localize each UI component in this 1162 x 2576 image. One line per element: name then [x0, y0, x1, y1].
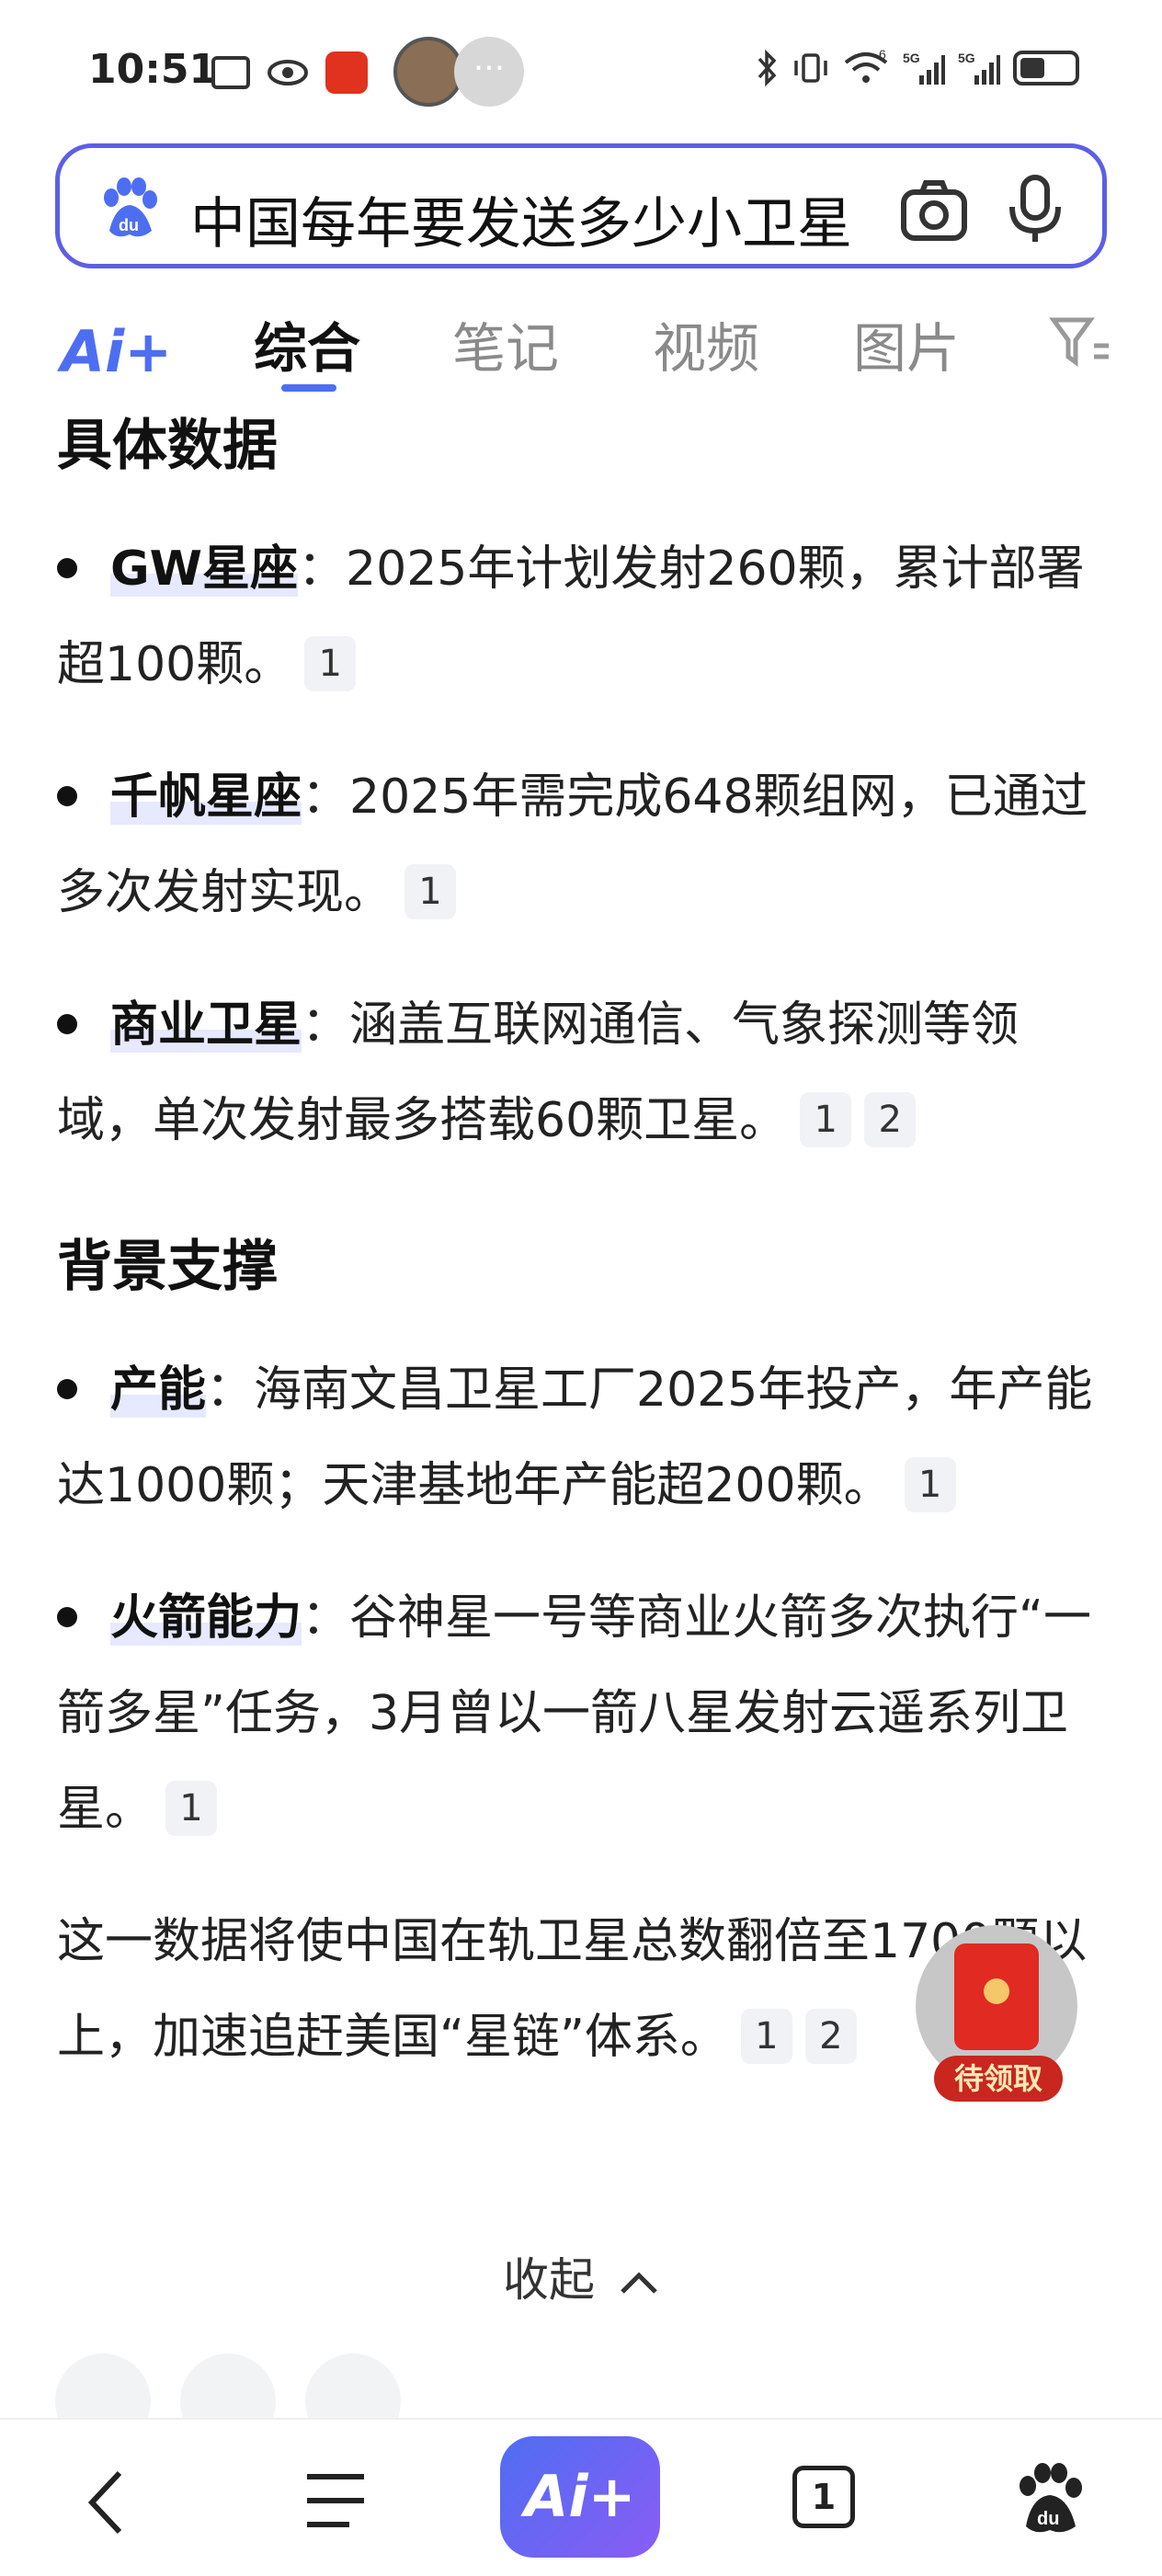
section-title-data: 具体数据 — [57, 414, 278, 478]
network-label-2: 5G — [958, 51, 975, 65]
cast-icon — [211, 56, 250, 89]
tabs-count-button[interactable]: 1 — [792, 2466, 855, 2528]
battery-icon — [1013, 51, 1079, 85]
citation-badge[interactable]: 1 — [800, 1092, 852, 1147]
active-tab-indicator — [281, 384, 336, 392]
bullet — [57, 558, 77, 578]
vibrate-icon — [794, 53, 827, 83]
search-tabs: Ai+ 综合 笔记 视频 图片 — [0, 294, 1162, 395]
back-icon[interactable] — [79, 2466, 134, 2539]
tab-notes[interactable]: 笔记 — [452, 305, 559, 382]
search-input[interactable]: 中国每年要发送多少小卫星 — [190, 179, 917, 259]
baidu-home-icon[interactable]: du — [1011, 2460, 1088, 2537]
list-item: 商业卫星：涵盖互联网通信、气象探测等领域，单次发射最多搭载60颗卫星。 1 2 — [57, 977, 1114, 1168]
avatar[interactable] — [393, 37, 463, 107]
citation-badge[interactable]: 2 — [804, 2009, 857, 2064]
section-title-background: 背景支撑 — [57, 1235, 278, 1299]
baidu-paw-icon: du — [104, 177, 157, 237]
svg-text:du: du — [1037, 2509, 1059, 2529]
tab-images[interactable]: 图片 — [853, 305, 960, 382]
status-left-icons — [211, 51, 368, 94]
filter-icon[interactable] — [1048, 311, 1112, 375]
list-item: 火箭能力：谷神星一号等商业火箭多次执行“一箭多星”任务，3月曾以一箭八星发射云遥… — [57, 1570, 1114, 1857]
list-item: 千帆星座：2025年需完成648颗组网，已通过多次发射实现。 1 — [57, 749, 1114, 940]
keyword-rocket[interactable]: 火箭能力 — [110, 1590, 302, 1646]
keyword-commercial[interactable]: 商业卫星 — [110, 997, 302, 1053]
more-dots-icon[interactable]: ··· — [454, 37, 524, 107]
bullet — [57, 1607, 77, 1627]
red-packet-float[interactable]: 待领取 — [916, 1925, 1077, 2102]
citation-badge[interactable]: 1 — [904, 1457, 956, 1512]
keyword-capacity[interactable]: 产能 — [110, 1362, 207, 1418]
app-notification-icon — [325, 51, 368, 94]
keyword-qianfan[interactable]: 千帆星座 — [110, 769, 302, 825]
status-bar: 10:51 ··· 6 5G 5G — [0, 0, 1162, 138]
tab-videos[interactable]: 视频 — [653, 305, 759, 382]
collapse-button[interactable]: 收起 — [0, 2243, 1162, 2309]
bullet — [57, 786, 77, 806]
citation-badge[interactable]: 1 — [165, 1781, 218, 1836]
microphone-icon[interactable] — [1003, 174, 1067, 245]
wifi-badge: 6 — [879, 50, 886, 62]
camera-icon[interactable] — [898, 176, 970, 247]
wifi-icon: 6 — [844, 50, 888, 83]
search-bar[interactable]: du 中国每年要发送多少小卫星 — [55, 143, 1107, 268]
citation-badge[interactable]: 2 — [864, 1092, 917, 1147]
ai-assistant-button[interactable]: Ai+ — [500, 2436, 660, 2558]
status-right-icons: 6 5G 5G — [756, 50, 1079, 86]
collapse-label: 收起 — [503, 2253, 596, 2307]
tab-ai[interactable]: Ai+ — [61, 318, 172, 385]
network-label-1: 5G — [903, 51, 920, 65]
tab-comprehensive[interactable]: 综合 — [254, 305, 360, 382]
svg-text:du: du — [119, 216, 139, 234]
chevron-up-icon — [621, 2271, 657, 2294]
red-packet-label: 待领取 — [934, 2056, 1063, 2102]
signal-icon-2: 5G — [958, 51, 1000, 85]
menu-icon[interactable] — [303, 2469, 368, 2532]
keyword-gw[interactable]: GW星座 — [110, 541, 299, 597]
eye-icon — [268, 60, 308, 85]
list-item: GW星座：2025年计划发射260颗，累计部署超100颗。 1 — [57, 521, 1114, 712]
ai-answer-content: 具体数据 GW星座：2025年计划发射260颗，累计部署超100颗。 1 千帆星座… — [57, 401, 1114, 2085]
bullet — [57, 1014, 77, 1034]
citation-badge[interactable]: 1 — [740, 2009, 792, 2064]
citation-badge[interactable]: 1 — [304, 636, 357, 691]
list-item: 产能：海南文昌卫星工厂2025年投产，年产能达1000颗；天津基地年产能超200… — [57, 1342, 1114, 1533]
bluetooth-icon — [758, 50, 777, 86]
citation-badge[interactable]: 1 — [404, 864, 457, 919]
status-time: 10:51 — [88, 46, 218, 93]
bottom-nav: Ai+ 1 du — [0, 2418, 1162, 2576]
bullet — [57, 1379, 77, 1399]
signal-icon-1: 5G — [903, 51, 945, 85]
red-envelope-icon — [954, 1943, 1039, 2050]
